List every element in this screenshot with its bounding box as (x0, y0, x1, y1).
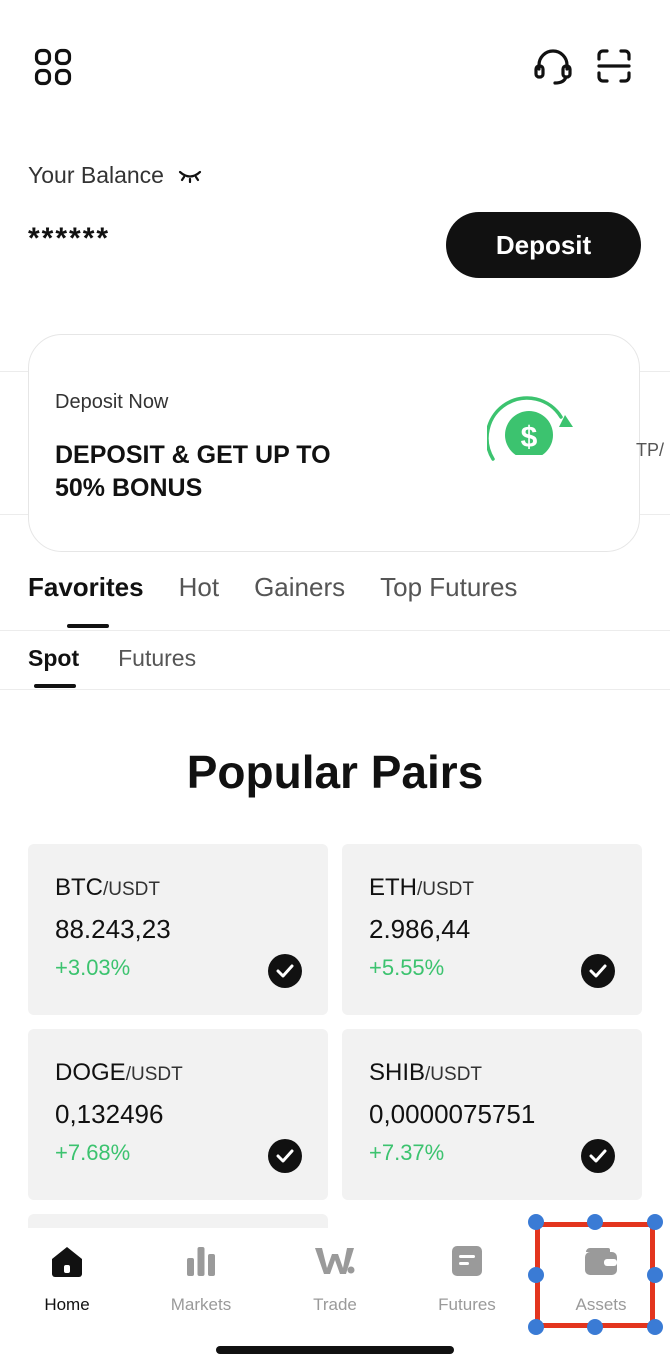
pair-change: +7.68% (55, 1140, 131, 1165)
check-icon[interactable] (268, 954, 302, 988)
pair-card-eth[interactable]: ETH/USDT 2.986,44 +5.55% (342, 844, 642, 1015)
dollar-coin-icon: $ (485, 393, 579, 470)
tab-top-futures[interactable]: Top Futures (380, 572, 517, 603)
next-promo-edge[interactable]: TP/ (636, 440, 664, 461)
headset-icon[interactable] (533, 47, 573, 87)
selection-handle[interactable] (587, 1319, 603, 1335)
nav-home[interactable]: Home (0, 1228, 134, 1328)
selection-handle[interactable] (528, 1319, 544, 1335)
pair-name: SHIB/USDT (369, 1059, 482, 1087)
promo-title: DEPOSIT & GET UP TO 50% BONUS (55, 441, 331, 502)
tab-active-indicator (67, 624, 109, 628)
nav-label: Futures (438, 1295, 496, 1314)
section-title: Popular Pairs (186, 746, 484, 798)
tab-gainers[interactable]: Gainers (254, 572, 345, 603)
selection-handle[interactable] (647, 1214, 663, 1230)
check-icon[interactable] (581, 1139, 615, 1173)
pair-base: DOGE (55, 1059, 126, 1086)
pair-quote: /USDT (103, 879, 160, 900)
pair-change: +3.03% (55, 955, 131, 980)
balance-label-text: Your Balance (28, 162, 164, 188)
promo-subtitle: Deposit Now (55, 391, 169, 413)
check-icon[interactable] (268, 1139, 302, 1173)
promo-card[interactable]: Deposit Now DEPOSIT & GET UP TO 50% BONU… (28, 334, 640, 552)
nav-label: Markets (170, 1295, 232, 1314)
home-indicator (216, 1346, 454, 1354)
pair-card-btc[interactable]: BTC/USDT 88.243,23 +3.03% (28, 844, 328, 1015)
market-tabs: Favorites Hot Gainers Top Futures (28, 572, 552, 603)
subtab-spot[interactable]: Spot (28, 645, 79, 672)
nav-futures[interactable]: Futures (400, 1228, 534, 1328)
pair-name: ETH/USDT (369, 874, 474, 902)
pair-base: BTC (55, 874, 103, 901)
nav-label: Trade (313, 1295, 357, 1314)
selection-handle[interactable] (528, 1267, 544, 1283)
pair-base: ETH (369, 874, 417, 901)
tab-favorites[interactable]: Favorites (28, 572, 144, 603)
market-subtabs: Spot Futures (28, 645, 235, 672)
pair-quote: /USDT (417, 879, 474, 900)
pair-price: 0,0000075751 (369, 1099, 536, 1129)
pair-price: 2.986,44 (369, 914, 471, 944)
subtab-active-indicator (34, 684, 76, 688)
scan-icon[interactable] (596, 48, 632, 84)
pair-card-shib[interactable]: SHIB/USDT 0,0000075751 +7.37% (342, 1029, 642, 1200)
pair-price: 88.243,23 (55, 914, 171, 944)
deposit-button[interactable]: Deposit (446, 212, 641, 278)
subtabs-divider (0, 689, 670, 690)
pair-change: +7.37% (369, 1140, 445, 1165)
tabs-divider (0, 630, 670, 631)
selection-handle[interactable] (528, 1214, 544, 1230)
pair-card-doge[interactable]: DOGE/USDT 0,132496 +7.68% (28, 1029, 328, 1200)
pair-base: SHIB (369, 1059, 426, 1086)
grid-icon[interactable] (34, 48, 72, 86)
nav-markets[interactable]: Markets (134, 1228, 268, 1328)
nav-label: Home (44, 1295, 90, 1314)
nav-trade[interactable]: Trade (268, 1228, 402, 1328)
selection-handle[interactable] (647, 1267, 663, 1283)
pair-quote: /USDT (425, 1064, 483, 1085)
trade-logo-icon (314, 1242, 356, 1280)
bar-chart-icon (186, 1242, 216, 1280)
selection-handle[interactable] (647, 1319, 663, 1335)
selection-highlight (535, 1222, 655, 1328)
check-icon[interactable] (581, 954, 615, 988)
balance-value: ****** (28, 222, 111, 255)
selection-handle[interactable] (587, 1214, 603, 1230)
pair-name: DOGE/USDT (55, 1059, 183, 1087)
tab-hot[interactable]: Hot (179, 572, 219, 603)
pair-price: 0,132496 (55, 1099, 164, 1129)
subtab-futures[interactable]: Futures (118, 645, 196, 672)
eye-closed-icon[interactable] (178, 162, 202, 189)
pair-name: BTC/USDT (55, 874, 160, 902)
svg-text:$: $ (521, 421, 538, 454)
document-icon (451, 1242, 483, 1280)
balance-label: Your Balance (28, 162, 202, 189)
pair-quote: /USDT (125, 1064, 183, 1085)
pair-change: +5.55% (369, 955, 445, 980)
home-icon (50, 1242, 84, 1280)
